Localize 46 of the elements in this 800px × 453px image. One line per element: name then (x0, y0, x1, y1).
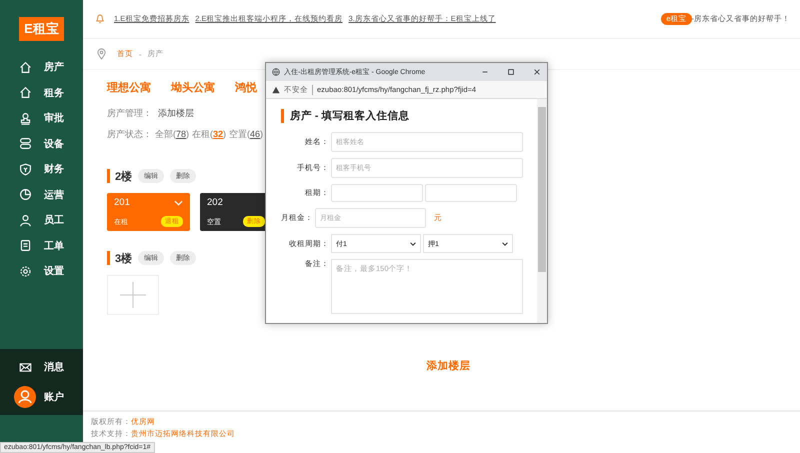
scrollbar[interactable] (537, 99, 547, 323)
management-label: 房产管理： (107, 107, 152, 120)
status-filter[interactable]: 全部(78) (155, 128, 190, 141)
home-icon (19, 86, 32, 99)
gear-icon (19, 264, 32, 278)
avatar-icon (14, 386, 36, 408)
input-field[interactable] (331, 184, 423, 202)
status-filter[interactable]: 空置(46) (229, 128, 264, 141)
chevron-down-icon (502, 242, 508, 246)
add-floor-link[interactable]: 添加楼层 (158, 107, 194, 120)
nav-item[interactable]: 消息 (0, 357, 83, 377)
shield-icon (19, 162, 32, 176)
globe-icon (272, 68, 280, 76)
nav-item[interactable]: 房产 (0, 57, 83, 77)
chevron-down-icon[interactable] (174, 200, 183, 206)
plus-icon (120, 282, 146, 308)
mail-icon (19, 360, 32, 374)
nav-item[interactable]: 租务 (0, 82, 83, 102)
location-pin-icon (97, 48, 106, 60)
pie-icon (19, 188, 32, 201)
floor-title: 3楼 (115, 252, 132, 266)
doc-icon (19, 239, 32, 252)
nav-item[interactable]: 设置 (0, 261, 83, 281)
input-field[interactable] (425, 184, 517, 202)
close-icon[interactable] (533, 68, 541, 76)
bell-icon (96, 14, 104, 24)
nav-item[interactable]: 账户 (0, 387, 83, 407)
status-filter[interactable]: 在租(32) (192, 128, 226, 141)
house-icon (19, 60, 32, 74)
device-icon (19, 137, 32, 150)
room-number: 201 (114, 197, 130, 208)
floor-title: 2楼 (115, 170, 132, 184)
nav-item[interactable]: 财务 (0, 159, 83, 179)
chevron-down-icon (410, 242, 416, 246)
nav-item[interactable]: 设备 (0, 134, 83, 154)
stamp-icon (19, 112, 32, 124)
nav-item[interactable]: 工单 (0, 236, 83, 256)
add-room-button[interactable] (107, 275, 159, 315)
nav-item[interactable]: 审批 (0, 108, 83, 128)
status-label: 房产状态： (107, 128, 152, 141)
person-icon (19, 214, 32, 226)
room-number: 202 (207, 197, 223, 208)
nav-item[interactable]: 运营 (0, 184, 83, 204)
maximize-icon[interactable] (507, 68, 515, 76)
warning-icon (272, 86, 280, 94)
nav-item[interactable]: 员工 (0, 210, 83, 230)
